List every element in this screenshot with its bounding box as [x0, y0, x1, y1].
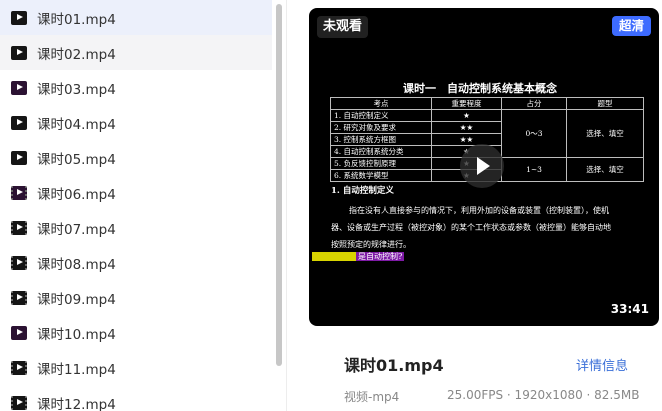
file-spec: 25.00FPS · 1920x1080 · 82.5MB — [447, 388, 640, 402]
file-list-item-label: 课时02.mp4 — [37, 46, 116, 63]
highlight-purple: 是自动控制? — [356, 252, 405, 261]
table-row: 1. 自动控制定义 ★ 0～3 选择、填空 — [330, 109, 644, 158]
slide-paragraph: 指在没有人直接参与的情况下，利用外加的设备或装置（控制装置），使机 器、设备或生… — [331, 202, 647, 253]
table-header-cell: 重要程度 — [431, 97, 502, 110]
video-duration: 33:41 — [610, 302, 649, 316]
slide-title: 课时一 自动控制系统基本概念 — [403, 82, 557, 95]
table-cell: ★ — [431, 109, 502, 122]
file-list-item-label: 课时03.mp4 — [37, 81, 116, 98]
table-cell: 0～3 — [501, 109, 567, 158]
table-header-cell: 题型 — [566, 97, 644, 110]
file-list-item-label: 课时07.mp4 — [37, 221, 116, 238]
scrollbar-thumb[interactable] — [276, 4, 282, 366]
table-header-cell: 考点 — [330, 97, 432, 110]
quality-badge[interactable]: 超清 — [611, 16, 651, 36]
file-list-item-label: 课时08.mp4 — [37, 256, 116, 273]
paragraph-line: 指在没有人直接参与的情况下，利用外加的设备或装置（控制装置），使机 — [349, 206, 609, 215]
play-icon[interactable] — [460, 144, 504, 188]
file-list-item[interactable]: 课时06.mp4 — [0, 175, 272, 210]
table-cell: 选择、填空 — [566, 109, 644, 158]
table-cell: 2. 研究对象及要求 — [330, 121, 432, 134]
file-list-item[interactable]: 课时07.mp4 — [0, 210, 272, 245]
watch-status-badge: 未观看 — [317, 16, 369, 38]
play-button[interactable] — [456, 144, 508, 188]
file-list-item-label: 课时04.mp4 — [37, 116, 116, 133]
video-file-icon — [11, 290, 27, 305]
table-cell: 1. 自动控制定义 — [330, 109, 432, 122]
video-file-icon — [11, 220, 27, 235]
table-cell: ★★ — [431, 121, 502, 134]
slide-table-header: 考点 重要程度 占分 题型 — [330, 97, 644, 110]
video-file-icon — [11, 150, 27, 165]
file-list-item[interactable]: 课时10.mp4 — [0, 315, 272, 350]
file-list-item[interactable]: 课时03.mp4 — [0, 70, 272, 105]
file-list-item[interactable]: 课时12.mp4 — [0, 385, 272, 411]
file-list-item-label: 课时06.mp4 — [37, 186, 116, 203]
file-title: 课时01.mp4 — [344, 356, 444, 375]
table-cell: 4. 自动控制系统分类 — [330, 145, 432, 158]
file-list-item[interactable]: 课时04.mp4 — [0, 105, 272, 140]
video-file-icon — [11, 325, 27, 340]
highlight-yellow: 精确答题秘 — [312, 252, 356, 261]
detail-info-link[interactable]: 详情信息 — [576, 355, 628, 374]
file-list-item[interactable]: 课时09.mp4 — [0, 280, 272, 315]
video-file-icon — [11, 360, 27, 375]
file-list-item-label: 课时01.mp4 — [37, 11, 116, 28]
file-list-item[interactable]: 课时11.mp4 — [0, 350, 272, 385]
file-type: 视频-mp4 — [344, 390, 400, 404]
table-cell: 1~3 — [501, 157, 567, 182]
table-cell: 3. 控制系统方框图 — [330, 133, 432, 146]
slide-question: 精确答题秘 是自动控制? — [312, 251, 405, 262]
file-list-item[interactable]: 课时05.mp4 — [0, 140, 272, 175]
video-file-icon — [11, 255, 27, 270]
video-player[interactable]: 未观看 超清 课时一 自动控制系统基本概念 考点 重要程度 占分 题型 1. 自… — [309, 8, 659, 326]
video-file-icon — [11, 115, 27, 130]
slide-section-heading: 1. 自动控制定义 — [331, 186, 394, 196]
file-list: 课时01.mp4 课时02.mp4 课时03.mp4 课时04.mp4 课时05.mp4… — [0, 0, 272, 411]
file-list-item-label: 课时09.mp4 — [37, 291, 116, 308]
video-file-icon — [11, 80, 27, 95]
video-file-icon — [11, 395, 27, 410]
table-header-cell: 占分 — [501, 97, 567, 110]
panel-divider — [286, 0, 287, 411]
table-cell: 5. 负反馈控制原理 — [330, 157, 432, 170]
file-list-item-label: 课时10.mp4 — [37, 326, 116, 343]
video-file-icon — [11, 185, 27, 200]
paragraph-line: 器、设备或生产过程（被控对象）的某个工作状态或参数（被控量）能够自动地 — [331, 223, 611, 232]
file-list-item-label: 课时05.mp4 — [37, 151, 116, 168]
file-list-item[interactable]: 课时01.mp4 — [0, 0, 272, 35]
file-list-item-label: 课时12.mp4 — [37, 396, 116, 411]
video-file-icon — [11, 10, 27, 25]
file-list-item-label: 课时11.mp4 — [37, 361, 116, 378]
video-file-icon — [11, 45, 27, 60]
file-list-item[interactable]: 课时02.mp4 — [0, 35, 272, 70]
table-cell: 6. 系统数学模型 — [330, 169, 432, 182]
table-cell: 选择、填空 — [566, 157, 644, 182]
file-list-item[interactable]: 课时08.mp4 — [0, 245, 272, 280]
